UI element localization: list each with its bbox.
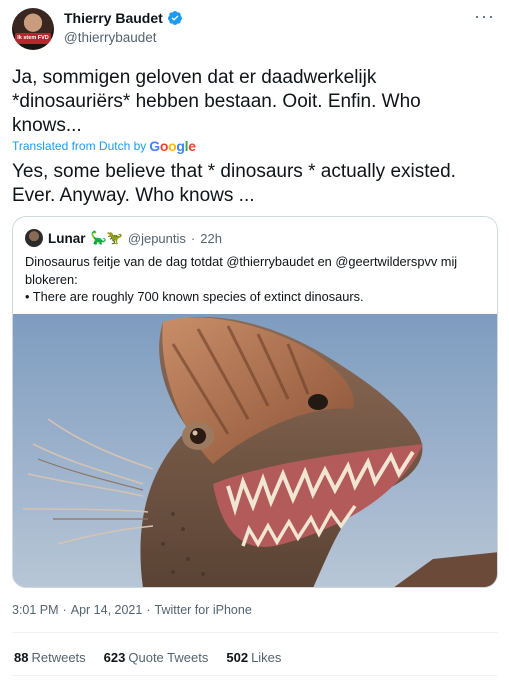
tweet-meta: 3:01 PM · Apr 14, 2021 · Twitter for iPh… [12,603,252,617]
verified-badge-icon [167,11,182,25]
author-name[interactable]: Thierry Baudet [64,10,163,26]
quote-tweets-label: Quote Tweets [128,650,209,665]
meta-separator: · [62,603,67,617]
quoted-author-avatar [25,229,43,247]
author-name-row: Thierry Baudet [64,10,183,26]
likes-count: 502 [226,650,249,665]
quoted-tweet[interactable]: Lunar 🦕🦖 @jepuntis · 22h Dinosaurus feit… [12,216,498,588]
quoted-text-line2: • There are roughly 700 known species of… [25,289,364,304]
retweets-stat[interactable]: 88 Retweets [14,650,86,665]
retweets-count: 88 [14,650,29,665]
dinosaur-image[interactable] [13,314,498,588]
engagement-stats: 88 Retweets 623 Quote Tweets 502 Likes [14,650,281,665]
quoted-tweet-text: Dinosaurus feitje van de dag totdat @thi… [25,253,487,306]
google-logo-icon: Google [149,138,196,154]
tweet-client[interactable]: Twitter for iPhone [155,603,252,617]
quoted-tweet-header: Lunar 🦕🦖 @jepuntis · 22h [25,229,222,247]
quoted-separator: · [190,230,196,246]
translated-from-label: Translated from Dutch by [12,139,147,153]
quoted-author-handle: @jepuntis [127,230,186,246]
tweet-text: Ja, sommigen geloven dat er daadwerkelij… [12,67,421,136]
retweets-label: Retweets [31,650,86,665]
divider [12,632,498,633]
tweet-time[interactable]: 3:01 PM [12,603,59,617]
quote-tweets-stat[interactable]: 623 Quote Tweets [104,650,209,665]
quoted-author-name: Lunar [48,230,86,246]
dinosaur-emoji-icon: 🦕🦖 [90,230,123,245]
quote-tweets-count: 623 [103,650,126,665]
tweet: Ik stem FVD Thierry Baudet @thierrybaude… [0,0,509,680]
author-avatar[interactable]: Ik stem FVD [12,8,54,50]
avatar-badge: Ik stem FVD [15,33,51,44]
tweet-date[interactable]: Apr 14, 2021 [71,603,143,617]
likes-stat[interactable]: 502 Likes [226,650,281,665]
more-options-icon[interactable]: ··· [474,6,495,27]
translated-tweet-text: Yes, some believe that * dinosaurs * act… [12,161,456,206]
author-handle[interactable]: @thierrybaudet [64,30,157,45]
quoted-text-line1: Dinosaurus feitje van de dag totdat @thi… [25,254,458,287]
likes-label: Likes [251,650,282,665]
meta-separator: · [146,603,151,617]
divider [12,675,498,676]
quoted-timestamp: 22h [200,230,222,246]
translation-attribution[interactable]: Translated from Dutch by Google [12,138,196,154]
